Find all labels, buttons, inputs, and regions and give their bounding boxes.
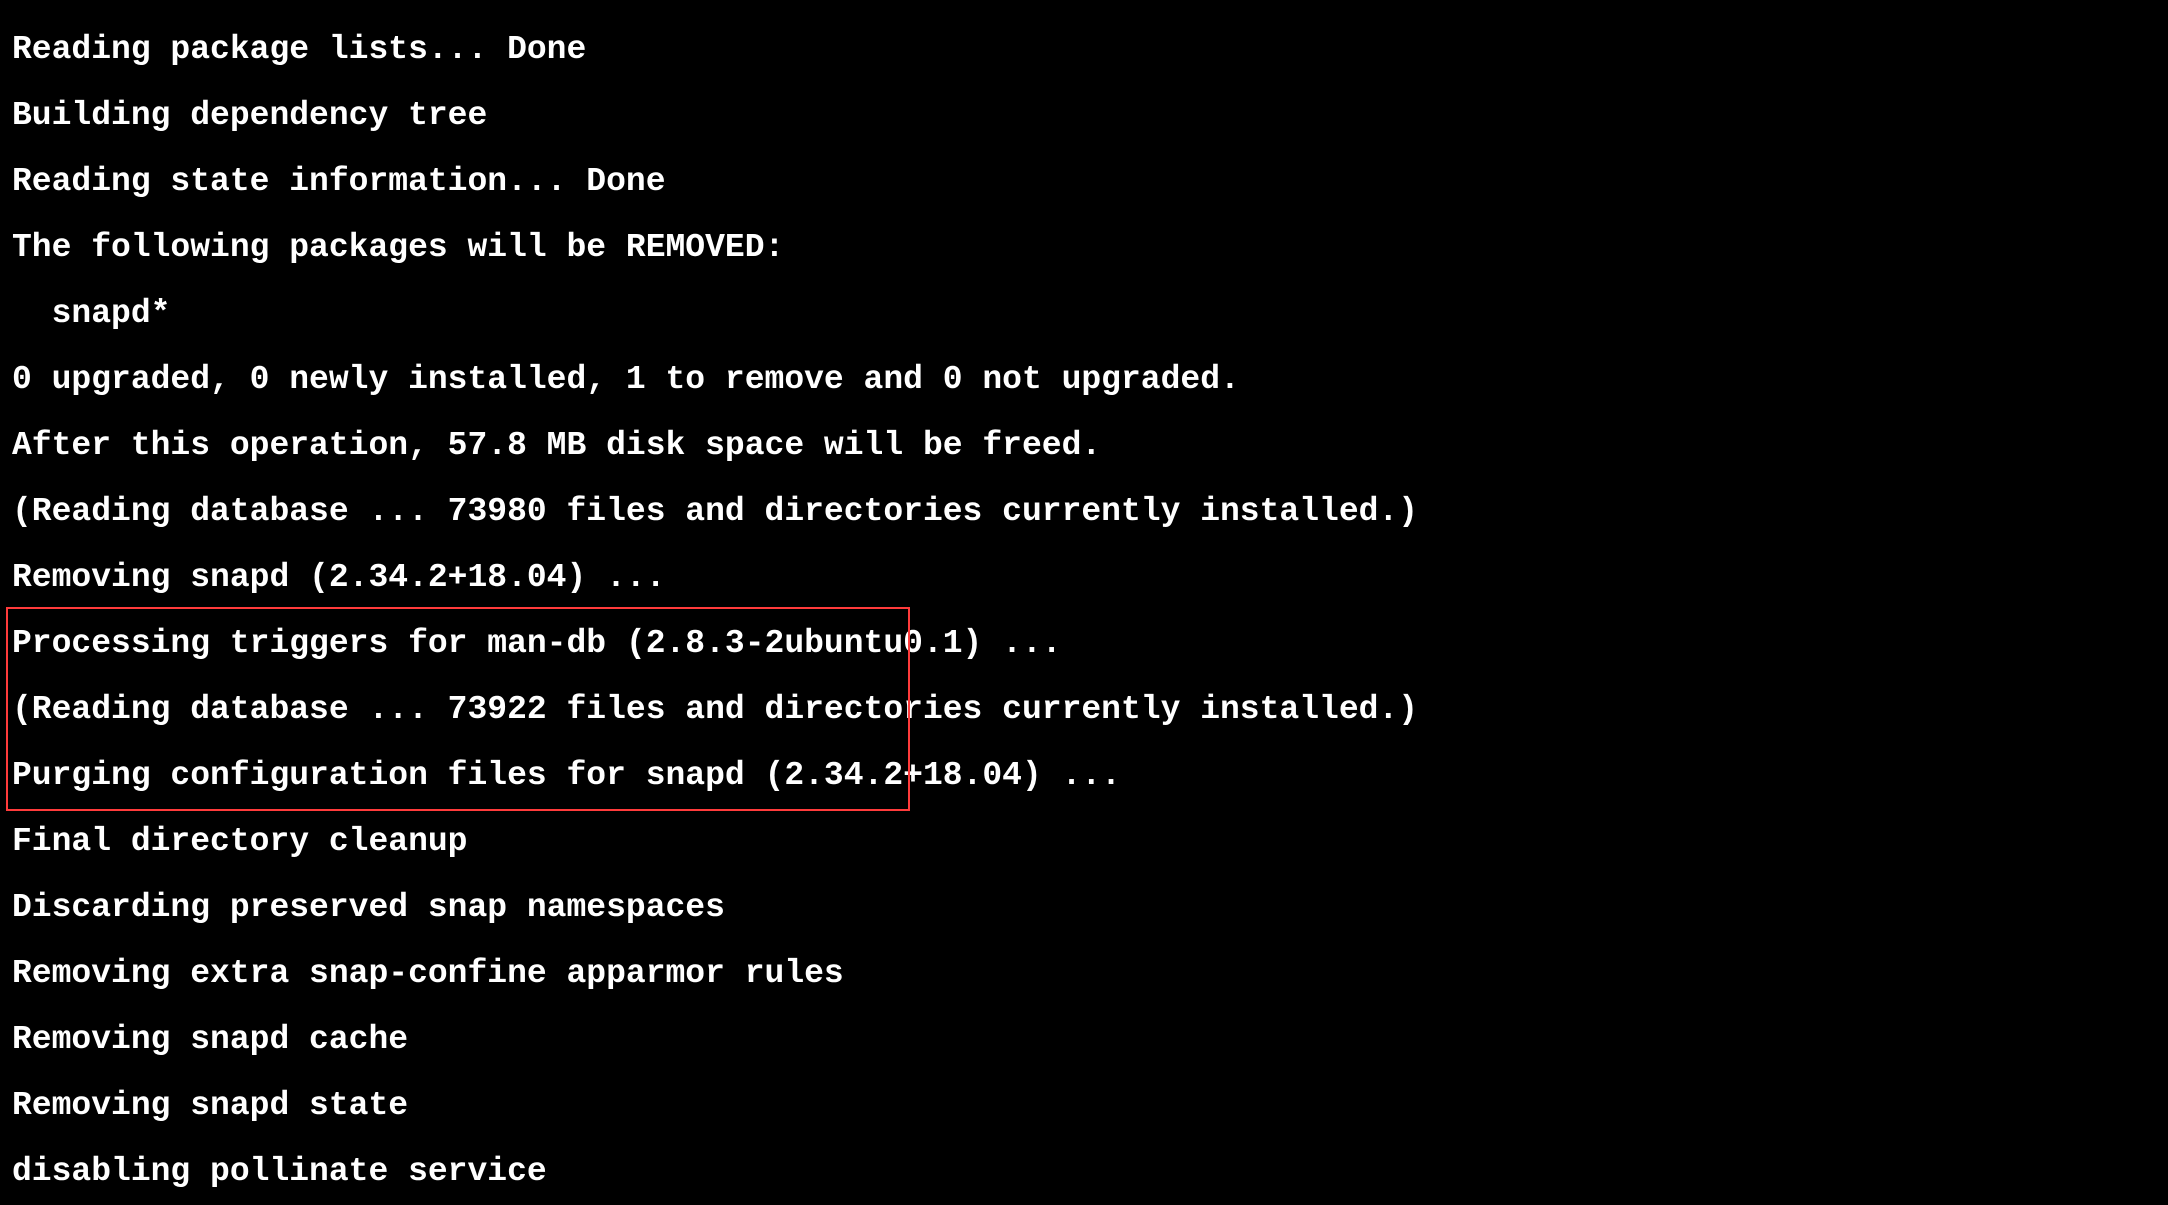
terminal-line: Reading package lists... Done: [12, 33, 2168, 66]
terminal-line: Processing triggers for man-db (2.8.3-2u…: [12, 627, 2168, 660]
terminal-line: disabling pollinate service: [12, 1155, 2168, 1188]
terminal-line: Removing snapd cache: [12, 1023, 2168, 1056]
terminal-line: Removing snapd state: [12, 1089, 2168, 1122]
terminal-line: After this operation, 57.8 MB disk space…: [12, 429, 2168, 462]
terminal-line: Removing snapd (2.34.2+18.04) ...: [12, 561, 2168, 594]
terminal-line: (Reading database ... 73980 files and di…: [12, 495, 2168, 528]
terminal-line: snapd*: [12, 297, 2168, 330]
terminal-line: (Reading database ... 73922 files and di…: [12, 693, 2168, 726]
terminal-line: Removing extra snap-confine apparmor rul…: [12, 957, 2168, 990]
terminal-line: Purging configuration files for snapd (2…: [12, 759, 2168, 792]
terminal-line: Building dependency tree: [12, 99, 2168, 132]
terminal-line: The following packages will be REMOVED:: [12, 231, 2168, 264]
terminal-output: Reading package lists... Done Building d…: [0, 0, 2168, 1205]
terminal-line: Final directory cleanup: [12, 825, 2168, 858]
terminal-line: Discarding preserved snap namespaces: [12, 891, 2168, 924]
terminal-line: Reading state information... Done: [12, 165, 2168, 198]
terminal-line: 0 upgraded, 0 newly installed, 1 to remo…: [12, 363, 2168, 396]
